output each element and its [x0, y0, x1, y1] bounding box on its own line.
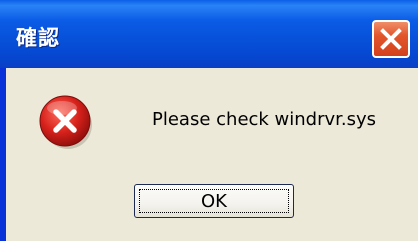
error-icon — [39, 95, 92, 149]
close-icon — [380, 28, 402, 50]
dialog-message: Please check windrvr.sys — [152, 109, 377, 130]
title-bar[interactable]: 確認 — [0, 0, 418, 68]
ok-button[interactable]: OK — [134, 184, 294, 218]
ok-button-label: OK — [201, 190, 227, 212]
dialog-title: 確認 — [16, 26, 60, 50]
close-button[interactable] — [372, 20, 410, 58]
dialog-window: 確認 Please check windrvr.sys OK — [0, 0, 418, 241]
